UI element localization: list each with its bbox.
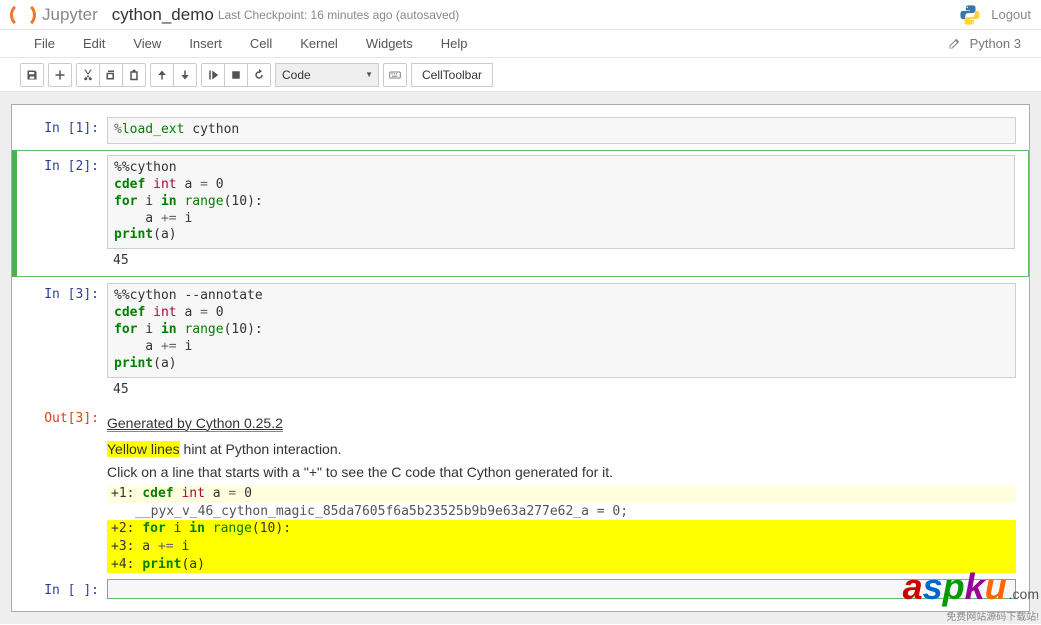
header: Jupyter cython_demo Last Checkpoint: 16 …	[0, 0, 1041, 30]
input-prompt: In [ ]:	[17, 579, 107, 599]
edit-icon[interactable]	[948, 38, 960, 50]
notebook-container: In [1]: %load_ext cython In [2]: %%cytho…	[0, 92, 1041, 624]
code-input[interactable]: %%cython --annotate cdef int a = 0 for i…	[107, 283, 1016, 377]
copy-button[interactable]	[99, 63, 123, 87]
input-prompt: In [3]:	[17, 283, 107, 400]
stop-button[interactable]	[224, 63, 248, 87]
logo-text: Jupyter	[42, 5, 98, 25]
stdout-output: 45	[107, 378, 1016, 401]
cython-annotate-code[interactable]: +1: cdef int a = 0 __pyx_v_46_cython_mag…	[107, 485, 1016, 573]
code-cell[interactable]: In [ ]:	[12, 575, 1029, 603]
watermark: aspku.com 免费网站源码下载站!	[903, 566, 1039, 623]
cell-toolbar-button[interactable]: CellToolbar	[411, 63, 493, 87]
stdout-output: 45	[107, 249, 1015, 272]
annotate-hint: Yellow lines hint at Python interaction.	[107, 439, 1016, 459]
python-icon	[959, 4, 981, 26]
code-cell[interactable]: In [1]: %load_ext cython	[12, 113, 1029, 148]
notebook-name[interactable]: cython_demo	[112, 5, 214, 25]
annotate-line[interactable]: +3: a += i	[107, 538, 1016, 556]
menu-help[interactable]: Help	[427, 32, 482, 55]
paste-button[interactable]	[122, 63, 146, 87]
jupyter-icon	[10, 2, 36, 28]
command-palette-button[interactable]	[383, 63, 407, 87]
kernel-indicator[interactable]: Python 3	[970, 36, 1021, 51]
menu-insert[interactable]: Insert	[175, 32, 236, 55]
menu-kernel[interactable]: Kernel	[286, 32, 352, 55]
code-cell[interactable]: In [3]: %%cython --annotate cdef int a =…	[12, 279, 1029, 404]
input-prompt: In [1]:	[17, 117, 107, 144]
annotate-line[interactable]: +2: for i in range(10):	[107, 520, 1016, 538]
annotate-click-hint: Click on a line that starts with a "+" t…	[107, 462, 1016, 482]
output-prompt: Out[3]:	[17, 407, 107, 573]
save-button[interactable]	[20, 63, 44, 87]
add-cell-button[interactable]	[48, 63, 72, 87]
code-input[interactable]: %%cython cdef int a = 0 for i in range(1…	[107, 155, 1015, 249]
jupyter-logo[interactable]: Jupyter	[10, 2, 98, 28]
cell-type-select[interactable]: Code	[275, 63, 379, 87]
menu-widgets[interactable]: Widgets	[352, 32, 427, 55]
cython-version-link[interactable]: Generated by Cython 0.25.2	[107, 415, 283, 432]
logout-link[interactable]: Logout	[991, 7, 1031, 22]
toolbar: Code CellToolbar	[0, 58, 1041, 92]
output-row: Out[3]: Generated by Cython 0.25.2 Yello…	[12, 407, 1029, 573]
annotate-line[interactable]: __pyx_v_46_cython_magic_85da7605f6a5b235…	[107, 503, 1016, 521]
restart-button[interactable]	[247, 63, 271, 87]
menu-cell[interactable]: Cell	[236, 32, 286, 55]
run-button[interactable]	[201, 63, 225, 87]
menu-file[interactable]: File	[20, 32, 69, 55]
code-cell[interactable]: In [2]: %%cython cdef int a = 0 for i in…	[12, 150, 1029, 277]
cut-button[interactable]	[76, 63, 100, 87]
move-up-button[interactable]	[150, 63, 174, 87]
annotate-line[interactable]: +1: cdef int a = 0	[107, 485, 1016, 503]
checkpoint-status: Last Checkpoint: 16 minutes ago (autosav…	[218, 8, 459, 22]
move-down-button[interactable]	[173, 63, 197, 87]
code-input[interactable]	[107, 579, 1016, 599]
input-prompt: In [2]:	[17, 155, 107, 272]
notebook: In [1]: %load_ext cython In [2]: %%cytho…	[11, 104, 1030, 612]
menu-edit[interactable]: Edit	[69, 32, 119, 55]
annotate-line[interactable]: +4: print(a)	[107, 556, 1016, 574]
code-input[interactable]: %load_ext cython	[107, 117, 1016, 144]
menubar: FileEditViewInsertCellKernelWidgetsHelp …	[0, 30, 1041, 58]
menu-view[interactable]: View	[119, 32, 175, 55]
